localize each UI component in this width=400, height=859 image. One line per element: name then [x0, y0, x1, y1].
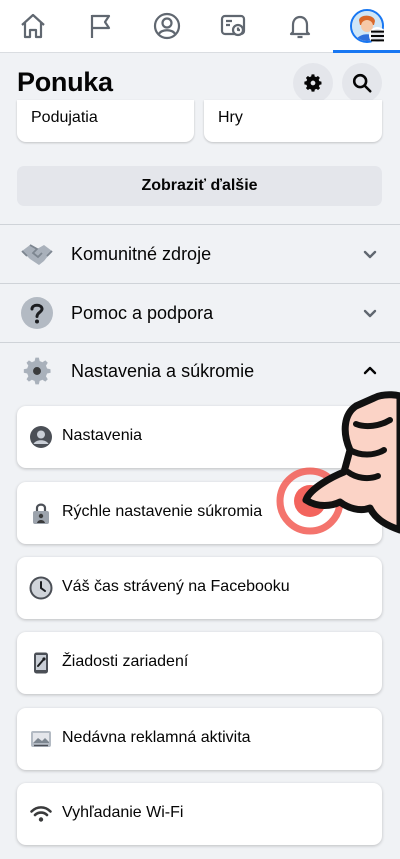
gear-icon: [19, 353, 55, 389]
chevron-down-icon: [363, 250, 377, 259]
section-label: Komunitné zdroje: [71, 243, 212, 264]
question-icon: [19, 295, 55, 331]
settings-item-time-on-facebook[interactable]: Váš čas strávený na Facebooku: [17, 557, 382, 619]
shortcut-events[interactable]: Podujatia: [17, 100, 194, 142]
menu-icon: [368, 27, 386, 44]
clock-icon: [29, 576, 53, 600]
chevron-down-icon: [363, 309, 377, 318]
settings-item-privacy-shortcuts[interactable]: Rýchle nastavenie súkromia: [17, 482, 382, 544]
home-icon: [21, 13, 46, 39]
item-label: Nastavenia: [62, 427, 143, 444]
section-community-resources[interactable]: Komunitné zdroje: [0, 225, 400, 283]
page-title: Ponuka: [17, 67, 113, 97]
section-help-support[interactable]: Pomoc a podpora: [0, 284, 400, 342]
bell-icon: [289, 15, 311, 39]
shortcut-label: Podujatia: [31, 109, 98, 126]
tab-pages[interactable]: [67, 0, 134, 52]
section-label: Pomoc a podpora: [71, 302, 214, 323]
item-label: Vyhľadanie Wi-Fi: [62, 804, 184, 821]
phone-icon: [29, 651, 53, 675]
avatar: [349, 9, 386, 44]
settings-button[interactable]: [293, 63, 333, 103]
gear-icon: [304, 74, 322, 92]
tab-feeds[interactable]: [200, 0, 267, 52]
tab-notifications[interactable]: [267, 0, 334, 52]
shortcut-label: Hry: [218, 109, 243, 126]
section-label: Nastavenia a súkromie: [71, 360, 255, 381]
ad-activity-icon: [29, 727, 53, 751]
top-navigation: [0, 0, 400, 53]
tab-home[interactable]: [0, 0, 67, 52]
wifi-icon: [29, 802, 53, 826]
flag-icon: [90, 14, 111, 38]
settings-item-recent-ad-activity[interactable]: Nedávna reklamná aktivita: [17, 708, 382, 770]
item-label: Váš čas strávený na Facebooku: [62, 578, 290, 595]
handshake-icon: [19, 236, 55, 272]
feeds-icon: [221, 14, 246, 37]
chevron-up-icon: [363, 366, 377, 375]
menu-screen: Ponuka Podujatia Hry Zobraziť ďalšie Kom…: [0, 0, 400, 859]
section-settings-privacy[interactable]: Nastavenia a súkromie: [0, 342, 400, 400]
profile-icon: [153, 12, 180, 40]
lock-icon: [29, 501, 53, 525]
settings-item-device-requests[interactable]: Žiadosti zariadení: [17, 632, 382, 694]
item-label: Rýchle nastavenie súkromia: [62, 503, 263, 520]
search-icon: [352, 73, 372, 93]
search-button[interactable]: [342, 63, 382, 103]
settings-item-settings[interactable]: Nastavenia: [17, 406, 382, 468]
tab-menu[interactable]: [333, 0, 400, 53]
tab-profile[interactable]: [133, 0, 200, 52]
account-icon: [29, 425, 53, 449]
shortcut-games[interactable]: Hry: [204, 100, 382, 142]
show-more-button[interactable]: Zobraziť ďalšie: [17, 166, 382, 206]
item-label: Nedávna reklamná aktivita: [62, 729, 251, 746]
item-label: Žiadosti zariadení: [62, 653, 189, 670]
settings-item-find-wifi[interactable]: Vyhľadanie Wi-Fi: [17, 783, 382, 845]
